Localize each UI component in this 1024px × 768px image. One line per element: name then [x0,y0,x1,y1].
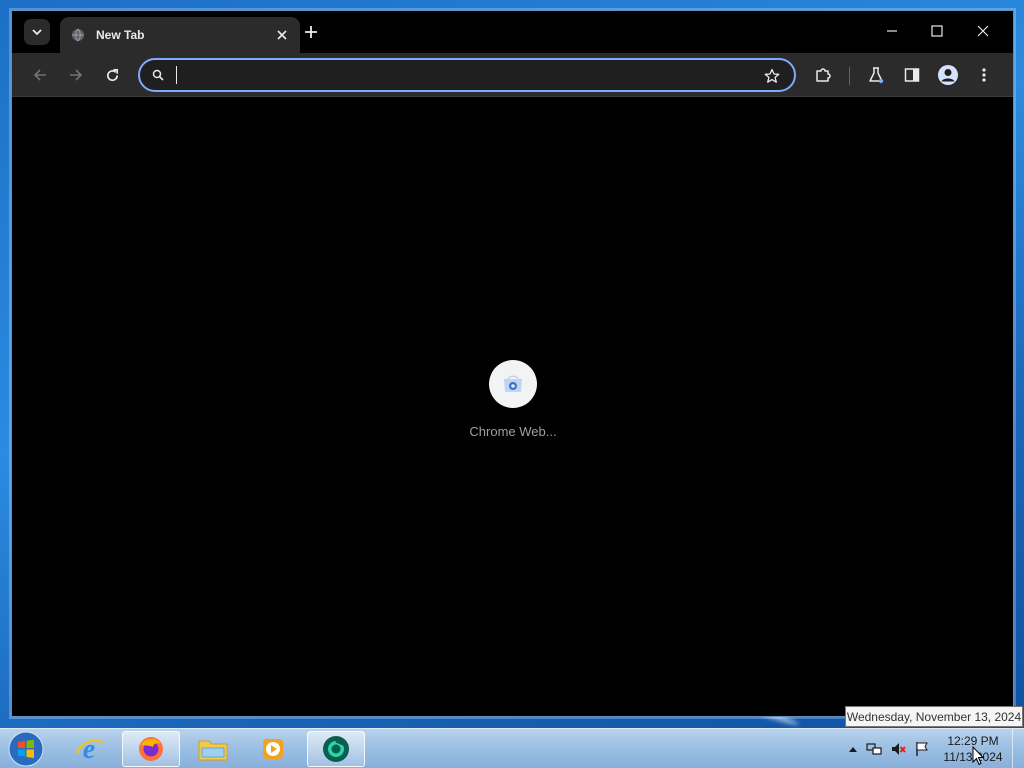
kebab-menu-icon [982,68,986,82]
media-player-icon [263,739,283,759]
close-icon [277,30,287,40]
close-window-button[interactable] [961,17,1005,45]
volume-tray-icon[interactable] [890,741,906,757]
close-icon [977,25,989,37]
globe-icon [70,27,86,43]
firefox-icon [139,737,163,761]
flag-icon [916,742,928,756]
chrome-web-store-icon [489,360,537,408]
network-icon [866,743,882,755]
bookmark-star-button[interactable] [762,66,782,86]
new-tab-button[interactable] [298,19,324,45]
tab-title: New Tab [96,28,145,42]
back-button[interactable] [26,61,54,89]
forward-button[interactable] [62,61,90,89]
folder-icon [198,740,228,761]
text-caret [176,66,177,84]
tab-new-tab[interactable]: New Tab [60,17,300,53]
reload-icon [106,68,118,81]
shortcut-label: Chrome Web... [469,424,557,439]
new-tab-page: Chrome Web... [12,98,1013,716]
search-icon [150,67,166,83]
browser-toolbar [12,53,1013,97]
puzzle-icon [816,68,831,82]
flask-icon [869,67,884,84]
chrome-window: New Tab Chrome Web... [11,10,1014,717]
side-panel-icon [904,68,920,82]
action-center-tray-icon[interactable] [914,741,930,757]
shortcut-tile[interactable]: Chrome Web... [458,360,568,439]
plus-icon [305,26,317,38]
menu-button[interactable] [970,61,998,89]
labs-button[interactable] [862,61,890,89]
svg-text:e: e [83,734,95,764]
show-desktop-button[interactable] [1012,729,1024,768]
reload-button[interactable] [98,61,126,89]
internet-explorer-icon: e [75,734,104,764]
side-panel-button[interactable] [898,61,926,89]
toolbar-divider [849,67,850,85]
date-tooltip: Wednesday, November 13, 2024 [845,706,1023,727]
maximize-icon [931,25,943,37]
chrome-beta-icon [323,736,349,762]
start-button[interactable] [6,730,46,768]
chevron-up-icon [849,747,857,752]
avatar-icon [938,65,958,85]
profile-button[interactable] [934,61,962,89]
taskbar-internet-explorer[interactable]: e [60,731,118,767]
maximize-button[interactable] [915,17,959,45]
windows-orb-icon [8,731,44,767]
tab-search-button[interactable] [24,19,50,45]
address-input[interactable] [174,64,744,86]
taskbar-file-explorer[interactable] [184,731,242,767]
taskbar-media-player[interactable] [244,731,302,767]
arrow-right-icon [70,69,83,81]
title-bar: New Tab [12,11,1013,53]
minimize-button[interactable] [870,17,914,45]
tab-close-button[interactable] [274,27,290,43]
star-icon [764,68,780,83]
arrow-left-icon [33,69,46,81]
chevron-down-icon [32,29,42,36]
minimize-icon [887,30,897,32]
address-bar[interactable] [138,58,796,92]
volume-muted-icon [892,743,906,755]
extensions-button[interactable] [809,61,837,89]
taskbar: e 12:29 PM 11/13/2024 [0,728,1024,768]
mouse-pointer-icon [972,746,984,766]
taskbar-firefox[interactable] [122,731,180,767]
tray-overflow-button[interactable] [845,741,861,757]
taskbar-chrome-beta[interactable] [307,731,365,767]
network-tray-icon[interactable] [866,741,882,757]
